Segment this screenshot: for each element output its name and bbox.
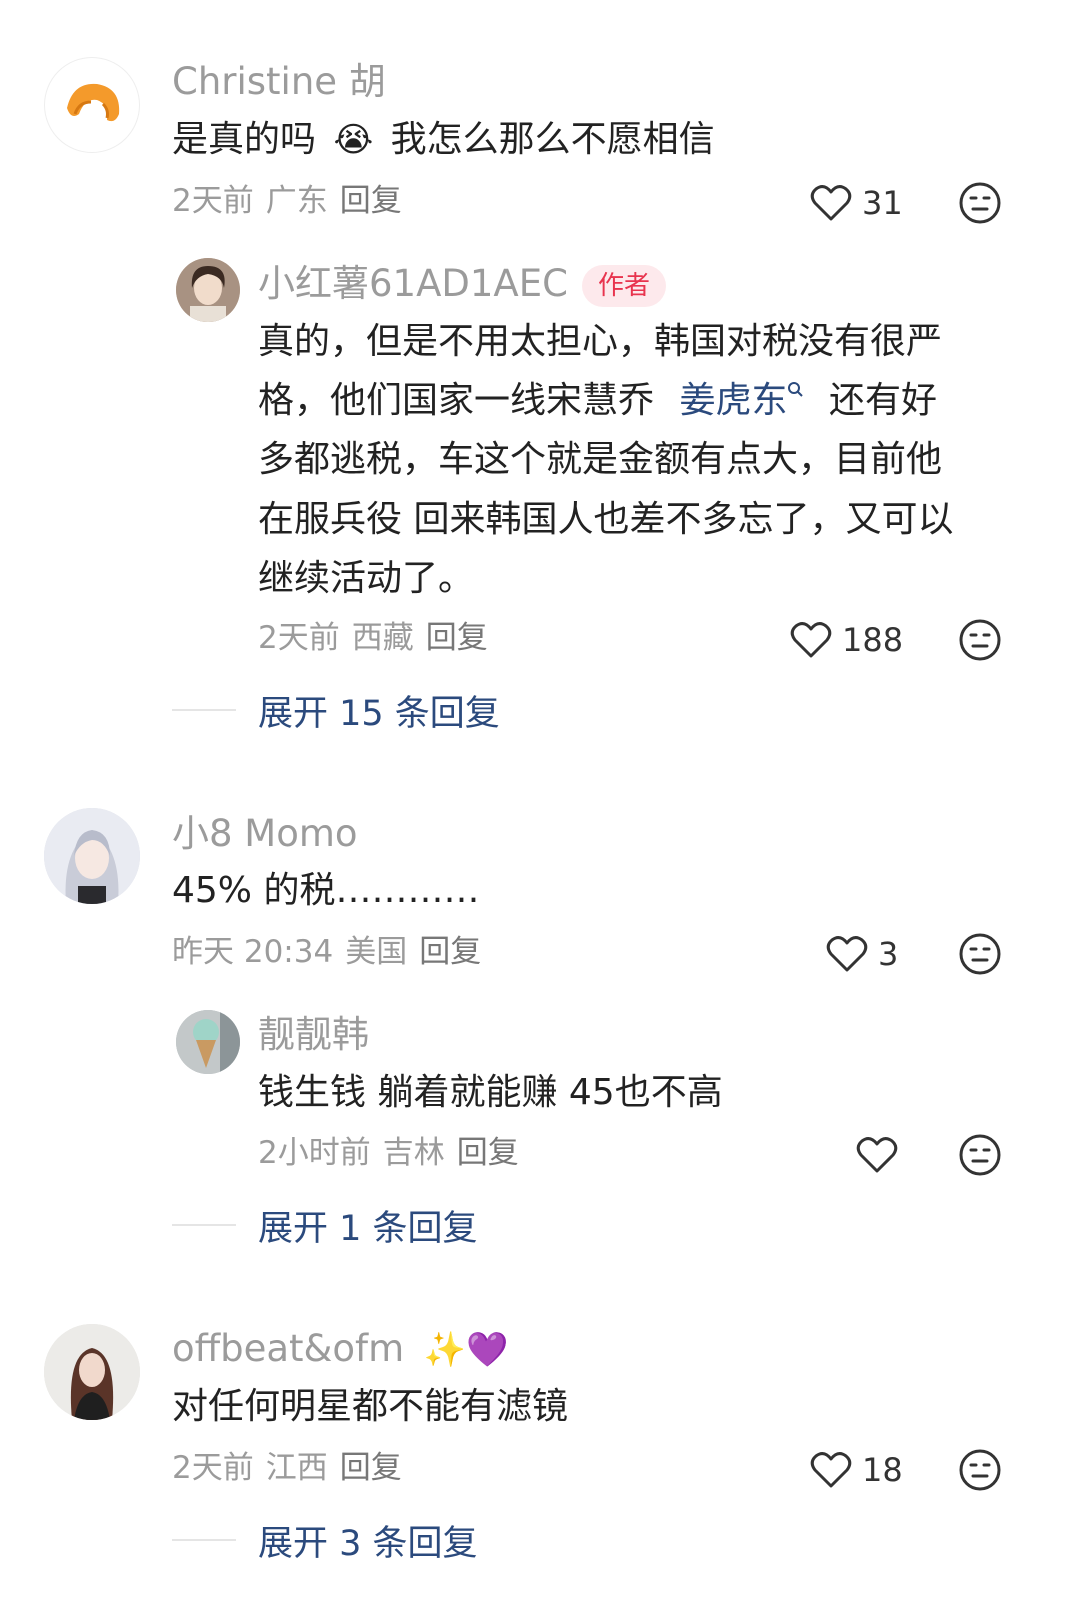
reply-location: 吉林 <box>382 1135 445 1171</box>
like-count: 31 <box>862 184 903 222</box>
avatar-xiaohongshu-user[interactable] <box>176 258 240 322</box>
reply-button[interactable]: 回复 <box>426 620 488 656</box>
like-count: 18 <box>862 1451 903 1489</box>
like-count: 188 <box>842 621 904 659</box>
comment-meta: 2天前 广东 回复 <box>172 181 414 221</box>
avatar-lianglianghan[interactable] <box>176 1010 240 1074</box>
avatar-offbeat[interactable] <box>44 1324 140 1420</box>
reply-time: 2小时前 <box>258 1135 371 1171</box>
portrait-photo <box>176 258 240 322</box>
reply-text-part: 还有好 <box>828 380 937 421</box>
topic-link[interactable]: 姜虎东 <box>679 380 805 421</box>
avatar-christine[interactable] <box>44 57 140 153</box>
reply-author-name[interactable]: 靓靓韩 <box>258 1013 369 1057</box>
comment-author[interactable]: Christine 胡 <box>172 60 386 104</box>
reply-text: 钱生钱 躺着就能赚 45也不高 <box>258 1072 723 1113</box>
reply-author: 小红薯61AD1AEC 作者 <box>258 262 666 307</box>
like-button[interactable]: 18 <box>810 1448 903 1492</box>
reply-line: 多都逃税，车这个就是金额有点大，目前他 <box>258 439 943 480</box>
heart-outline-icon <box>810 185 852 221</box>
comment-text: 是真的吗 😭 我怎么那么不愿相信 <box>172 110 715 170</box>
comment-time: 2天前 <box>172 1450 254 1486</box>
sparkle-heart-emoji-icon: ✨💜 <box>423 1330 509 1370</box>
like-button[interactable]: 188 <box>790 618 903 662</box>
reply-line: 格，他们国家一线宋慧乔 姜虎东 还有好 <box>258 371 937 431</box>
author-badge: 作者 <box>581 264 666 307</box>
reply-button[interactable]: 回复 <box>457 1135 519 1171</box>
comment-author: offbeat&ofm ✨💜 <box>172 1327 509 1372</box>
like-button[interactable] <box>856 1133 908 1177</box>
divider <box>172 1539 236 1541</box>
reply-button[interactable]: 回复 <box>419 934 481 970</box>
expand-replies-button[interactable]: 展开 1 条回复 <box>172 1203 478 1249</box>
like-button[interactable]: 3 <box>826 932 898 976</box>
heart-outline-icon <box>810 1452 852 1488</box>
crying-emoji-icon: 😭 <box>333 120 374 160</box>
ice-cream-photo <box>176 1010 240 1074</box>
comment-text-part: 是真的吗 <box>172 119 317 160</box>
comment-text: 45% 的税………… <box>172 870 480 911</box>
reply-meta: 2小时前 吉林 回复 <box>258 1133 531 1173</box>
reply-text-part: 格，他们国家一线宋慧乔 <box>258 380 655 421</box>
anime-portrait-icon <box>44 808 140 904</box>
reply-button[interactable]: 回复 <box>340 1450 402 1486</box>
reply-author-name[interactable]: 小红薯61AD1AEC <box>258 262 568 305</box>
expand-label: 展开 3 条回复 <box>258 1523 478 1564</box>
search-icon <box>788 382 804 397</box>
comment-text-part: 我怎么那么不愿相信 <box>390 119 715 160</box>
comment-time: 昨天 20:34 <box>172 934 334 970</box>
expand-replies-button[interactable]: 展开 3 条回复 <box>172 1518 478 1564</box>
comment-meta: 2天前 江西 回复 <box>172 1448 414 1488</box>
croissant-icon <box>67 83 120 122</box>
reply-button[interactable]: 回复 <box>340 183 402 219</box>
heart-outline-icon <box>826 936 868 972</box>
portrait-photo <box>44 1324 140 1420</box>
comment-author[interactable]: 小8 Momo <box>172 812 358 856</box>
meh-face-icon[interactable] <box>958 181 1002 225</box>
comment-meta: 昨天 20:34 美国 回复 <box>172 932 493 972</box>
reply-time: 2天前 <box>258 620 340 656</box>
divider <box>172 709 236 711</box>
expand-label: 展开 1 条回复 <box>258 1208 478 1249</box>
meh-face-icon[interactable] <box>958 932 1002 976</box>
divider <box>172 1224 236 1226</box>
reply-line: 在服兵役 回来韩国人也差不多忘了，又可以 <box>258 499 954 540</box>
avatar-momo[interactable] <box>44 808 140 904</box>
heart-outline-icon <box>856 1137 898 1173</box>
heart-outline-icon <box>790 622 832 658</box>
comment-author-name[interactable]: offbeat&ofm <box>172 1327 404 1370</box>
meh-face-icon[interactable] <box>958 618 1002 662</box>
meh-face-icon[interactable] <box>958 1133 1002 1177</box>
topic-link-label: 姜虎东 <box>679 380 788 421</box>
comment-location: 美国 <box>345 934 408 970</box>
like-button[interactable]: 31 <box>810 181 903 225</box>
reply-location: 西藏 <box>351 620 414 656</box>
meh-face-icon[interactable] <box>958 1448 1002 1492</box>
reply-line: 继续活动了。 <box>258 558 475 599</box>
comment-text: 对任何明星都不能有滤镜 <box>172 1386 569 1427</box>
reply-meta: 2天前 西藏 回复 <box>258 618 500 658</box>
comment-location: 广东 <box>265 183 328 219</box>
like-count: 3 <box>878 935 899 973</box>
expand-label: 展开 15 条回复 <box>258 693 500 734</box>
expand-replies-button[interactable]: 展开 15 条回复 <box>172 688 500 734</box>
reply-line: 真的，但是不用太担心，韩国对税没有很严 <box>258 321 943 362</box>
comment-location: 江西 <box>265 1450 328 1486</box>
comment-time: 2天前 <box>172 183 254 219</box>
